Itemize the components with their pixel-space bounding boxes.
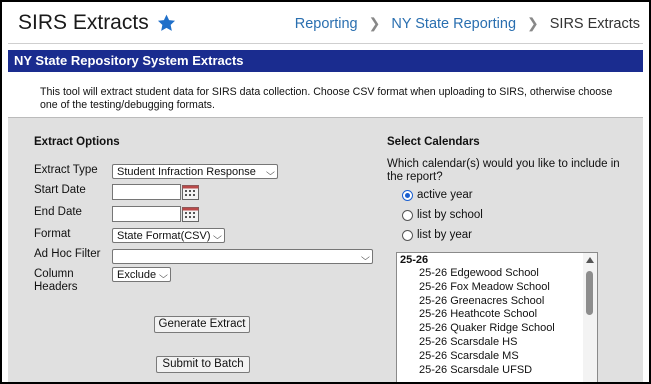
- dropdown-arrow-icon: ⌵: [361, 252, 371, 262]
- start-date-input[interactable]: [112, 184, 181, 200]
- extract-type-value: Student Infraction Response: [117, 166, 256, 178]
- list-item[interactable]: 25-26 Scarsdale MS: [397, 350, 597, 364]
- end-date-label: End Date: [34, 206, 82, 218]
- breadcrumb-reporting[interactable]: Reporting: [295, 16, 358, 32]
- calendar-listbox[interactable]: 25-26 25-26 Edgewood School 25-26 Fox Me…: [396, 252, 598, 382]
- column-headers-label: Column Headers: [34, 268, 78, 293]
- page-header: SIRS Extracts: [18, 11, 176, 35]
- chevron-right-icon: ❯: [527, 15, 539, 31]
- radio-label: active year: [417, 189, 473, 201]
- tool-description: This tool will extract student data for …: [8, 74, 643, 118]
- radio-button[interactable]: [402, 229, 413, 241]
- radio-list-by-year[interactable]: list by year: [402, 229, 472, 241]
- section-banner: NY State Repository System Extracts: [8, 50, 643, 72]
- format-label: Format: [34, 228, 71, 240]
- calendar-question: Which calendar(s) would you like to incl…: [387, 158, 620, 183]
- column-headers-value: Exclude: [117, 269, 157, 281]
- list-item[interactable]: 25-26 Heathcote School: [397, 308, 597, 322]
- format-value: State Format(CSV): [117, 230, 211, 242]
- app-window: SIRS Extracts Reporting ❯ NY State Repor…: [0, 0, 651, 384]
- radio-button[interactable]: [402, 209, 413, 221]
- radio-label: list by year: [417, 229, 472, 241]
- list-item[interactable]: 25-26 Quaker Ridge School: [397, 322, 597, 336]
- breadcrumb-current: SIRS Extracts: [549, 15, 640, 32]
- radio-list-by-school[interactable]: list by school: [402, 209, 483, 221]
- extract-type-label: Extract Type: [34, 164, 98, 176]
- column-headers-select[interactable]: Exclude ⌵: [112, 267, 171, 282]
- radio-active-year[interactable]: active year: [402, 189, 473, 201]
- dropdown-arrow-icon: ⌵: [213, 231, 223, 241]
- extract-options-heading: Extract Options: [34, 136, 120, 148]
- calendar-icon[interactable]: [182, 185, 199, 200]
- submit-to-batch-button[interactable]: Submit to Batch: [156, 356, 250, 373]
- adhoc-filter-label: Ad Hoc Filter: [34, 248, 101, 260]
- end-date-input[interactable]: [112, 206, 181, 222]
- adhoc-filter-select[interactable]: ⌵: [112, 249, 373, 264]
- radio-button[interactable]: [402, 189, 413, 201]
- calendar-icon[interactable]: [182, 207, 199, 222]
- chevron-right-icon: ❯: [368, 15, 381, 31]
- extract-type-select[interactable]: Student Infraction Response ⌵: [112, 164, 278, 179]
- radio-label: list by school: [417, 209, 483, 221]
- scroll-up-icon[interactable]: [586, 257, 594, 263]
- start-date-label: Start Date: [34, 184, 86, 196]
- breadcrumb-ny-state-reporting[interactable]: NY State Reporting: [391, 16, 516, 32]
- dropdown-arrow-icon: ⌵: [159, 270, 169, 280]
- dropdown-arrow-icon: ⌵: [266, 167, 276, 177]
- list-item[interactable]: 25-26 Edgewood School: [397, 267, 597, 281]
- listbox-scrollbar[interactable]: [583, 253, 597, 382]
- breadcrumb: Reporting ❯ NY State Reporting ❯ SIRS Ex…: [295, 15, 640, 32]
- scrollbar-thumb[interactable]: [586, 271, 593, 315]
- list-item[interactable]: 25-26 Scarsdale HS: [397, 336, 597, 350]
- format-select[interactable]: State Format(CSV) ⌵: [112, 228, 225, 243]
- header-divider: [8, 43, 643, 44]
- star-icon[interactable]: [157, 14, 176, 32]
- list-item[interactable]: 25-26 Scarsdale UFSD: [397, 364, 597, 378]
- list-item[interactable]: 25-26 Fox Meadow School: [397, 281, 597, 295]
- page-title: SIRS Extracts: [18, 11, 149, 34]
- select-calendars-heading: Select Calendars: [387, 136, 480, 148]
- generate-extract-button[interactable]: Generate Extract: [154, 316, 250, 333]
- list-item[interactable]: 25-26 Greenacres School: [397, 295, 597, 309]
- calendar-group-label: 25-26: [400, 254, 429, 266]
